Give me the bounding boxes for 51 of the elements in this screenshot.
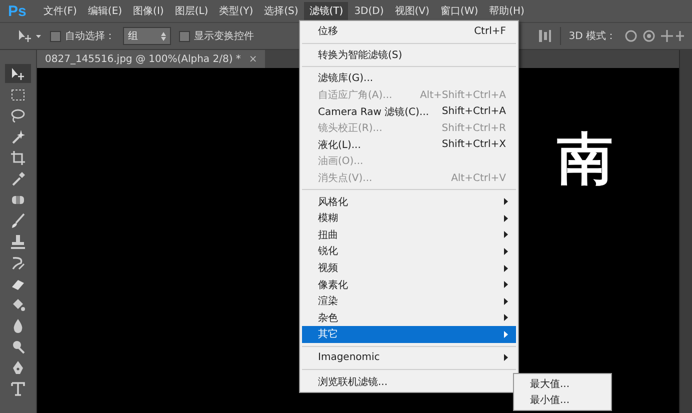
- menu-item[interactable]: 像素化: [302, 276, 516, 293]
- menu-item[interactable]: 视图(V): [390, 2, 434, 20]
- menu-item[interactable]: 其它: [302, 326, 516, 343]
- menu-item[interactable]: 液化(L)... Shift+Ctrl+X: [302, 136, 516, 154]
- menu-item[interactable]: 帮助(H): [484, 2, 530, 20]
- menu-item[interactable]: 最大值...: [514, 376, 611, 392]
- menu-item[interactable]: 图层(L): [170, 2, 214, 20]
- stamp-tool-icon: [9, 232, 27, 250]
- menu-item[interactable]: 3D(D): [349, 4, 389, 18]
- spinner-icon: [161, 32, 166, 40]
- menu-item[interactable]: 杂色: [302, 310, 516, 326]
- menu-item[interactable]: 窗口(W): [435, 2, 484, 20]
- 3d-tools-icon[interactable]: [624, 28, 684, 44]
- brush-tool-icon: [9, 212, 27, 230]
- menu-item[interactable]: 最小值...: [514, 392, 611, 408]
- target-dropdown[interactable]: 组: [123, 27, 171, 45]
- crop-tool-icon: [9, 148, 27, 166]
- menu-item[interactable]: 编辑(E): [82, 2, 128, 20]
- document-tab[interactable]: 0827_145516.jpg @ 100%(Alpha 2/8) * ×: [37, 50, 266, 68]
- menu-item[interactable]: 模糊: [302, 210, 516, 227]
- menu-item[interactable]: 渲染: [302, 292, 516, 310]
- menu-item[interactable]: 选择(S): [259, 2, 304, 20]
- checkbox[interactable]: [50, 30, 61, 42]
- lasso-tool-icon: [9, 106, 27, 124]
- checkbox[interactable]: [179, 30, 190, 42]
- menu-item[interactable]: Camera Raw 滤镜(C)... Shift+Ctrl+A: [302, 103, 516, 120]
- menu-item[interactable]: 转换为智能滤镜(S): [302, 46, 516, 64]
- close-tab-button[interactable]: ×: [248, 54, 258, 64]
- scrollbar[interactable]: [679, 50, 692, 413]
- align-icon[interactable]: [538, 28, 552, 44]
- menu-item[interactable]: 锐化: [302, 243, 516, 260]
- menu-item[interactable]: 滤镜(T): [304, 2, 348, 20]
- 3d-mode-label: 3D 模式：: [568, 30, 616, 43]
- menu-item[interactable]: 图像(I): [128, 2, 169, 20]
- menu-item[interactable]: 扭曲: [302, 226, 516, 244]
- move-tool-icon[interactable]: [16, 28, 42, 44]
- menu-item[interactable]: 文件(F): [38, 2, 82, 20]
- canvas-text: 南: [557, 132, 613, 188]
- menu-item[interactable]: 浏览联机滤镜...: [302, 373, 516, 390]
- menu-item[interactable]: Imagenomic: [302, 350, 516, 366]
- menu-item[interactable]: 滤镜库(G)...: [302, 70, 516, 87]
- show-transform-label: 显示变换控件: [194, 30, 254, 43]
- menu-item[interactable]: 视频: [302, 260, 516, 276]
- menu-item[interactable]: 类型(Y): [214, 2, 258, 20]
- menu-item[interactable]: 位移 Ctrl+F: [302, 23, 516, 40]
- menu-item[interactable]: 风格化: [302, 193, 516, 210]
- tool-button[interactable]: [5, 64, 31, 83]
- document-title: 0827_145516.jpg @ 100%(Alpha 2/8) *: [45, 54, 241, 64]
- app-logo: Ps: [8, 2, 26, 20]
- type-tool-icon: [9, 380, 27, 398]
- auto-select-label: 自动选择：: [65, 30, 115, 43]
